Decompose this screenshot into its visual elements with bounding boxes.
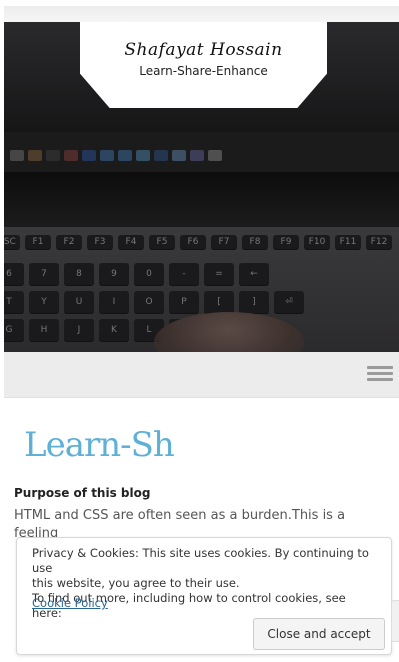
- keyboard-key: =: [204, 263, 234, 285]
- keyboard-key: [: [204, 291, 234, 313]
- keyboard-key: F9: [273, 235, 299, 249]
- site-tagline: Learn-Share-Enhance: [139, 64, 268, 78]
- keyboard-key: I: [99, 291, 129, 313]
- keyboard-key: F2: [56, 235, 82, 249]
- site-title[interactable]: Shafayat Hossain: [80, 40, 327, 60]
- keyboard-key: F10: [304, 235, 330, 249]
- cookie-policy-link[interactable]: Cookie Policy: [32, 596, 108, 610]
- close-and-accept-button[interactable]: Close and accept: [253, 618, 385, 650]
- keyboard-key: 6: [4, 263, 24, 285]
- keyboard-key: ⏎: [274, 291, 304, 313]
- keyboard-key: F3: [87, 235, 113, 249]
- keyboard-key: F5: [149, 235, 175, 249]
- keyboard-key: ]: [239, 291, 269, 313]
- navigation-bar: [4, 352, 399, 398]
- keyboard-key: F4: [118, 235, 144, 249]
- post-heading[interactable]: Learn-Sh: [24, 425, 175, 465]
- post-subtitle: Purpose of this blog: [14, 486, 151, 500]
- keyboard-key: K: [99, 319, 129, 341]
- keyboard-key: Y: [29, 291, 59, 313]
- cookie-text-line: Privacy & Cookies: This site uses cookie…: [32, 546, 369, 575]
- keyboard-key: -: [169, 263, 199, 285]
- recaptcha-badge[interactable]: [391, 600, 399, 642]
- keyboard-key: H: [29, 319, 59, 341]
- keyboard-key: G: [4, 319, 24, 341]
- cookie-banner: Privacy & Cookies: This site uses cookie…: [16, 537, 392, 655]
- keyboard-key: F12: [366, 235, 392, 249]
- keyboard-key: J: [64, 319, 94, 341]
- site-branding: Shafayat Hossain Learn-Share-Enhance: [80, 22, 327, 108]
- keyboard-key: 0: [134, 263, 164, 285]
- top-bar: [4, 6, 399, 23]
- keyboard-key: P: [169, 291, 199, 313]
- cookie-text-line: this website, you agree to their use.: [32, 576, 240, 590]
- keyboard-key: F11: [335, 235, 361, 249]
- keyboard-key: F6: [180, 235, 206, 249]
- keyboard-key: F7: [211, 235, 237, 249]
- keyboard-key: 7: [29, 263, 59, 285]
- keyboard-key: F8: [242, 235, 268, 249]
- keyboard-key: U: [64, 291, 94, 313]
- laptop-bezel: [4, 172, 399, 222]
- keyboard-key: T: [4, 291, 24, 313]
- keyboard-key: ←: [239, 263, 269, 285]
- taskbar-icons: [4, 150, 399, 164]
- keyboard-key: 8: [64, 263, 94, 285]
- keyboard-key: ESC: [4, 235, 20, 249]
- keyboard-key: O: [134, 291, 164, 313]
- menu-hamburger-icon[interactable]: [367, 366, 393, 382]
- keyboard-key: F1: [25, 235, 51, 249]
- keyboard-key: 9: [99, 263, 129, 285]
